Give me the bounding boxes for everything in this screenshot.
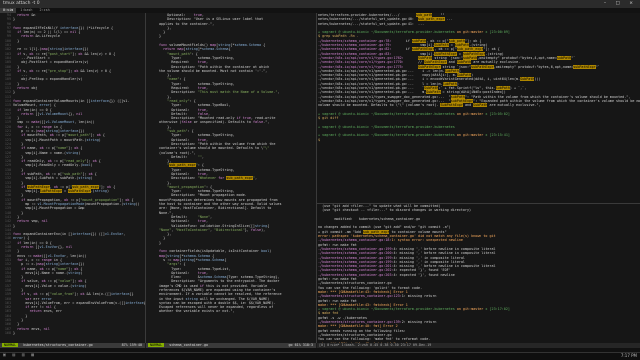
line-text: whether the variable exists or not.", (159, 309, 235, 314)
line-text: vmp[i].SubPath = subPath.(string) (13, 176, 93, 181)
line-text: } (13, 90, 16, 95)
window-controls[interactable]: – □ × (604, 0, 637, 8)
line-text: if v, ok := re["pre_stop"]; ok && len(v)… (17, 68, 112, 73)
line-text: func expandContainerEnv(in []interface{}… (13, 232, 126, 237)
line-text: vmp[i].MountPath = mountPath.(string) (13, 137, 101, 142)
code-line[interactable]: whether the variable exists or not.", (147, 309, 316, 313)
taskbar: ▣ ▤ ▥ ▦ 7:17 PM (0, 352, 640, 360)
line-text: are: [None, HostToContainer, Bidirection… (159, 206, 272, 211)
status-filename: schema_container.go (169, 343, 209, 347)
vim-mode-indicator: NORMAL (148, 343, 165, 347)
line-text: } (13, 330, 16, 335)
line-text: return []v1.VolumeMount{}, nil (21, 111, 83, 116)
taskbar-app-icons[interactable]: ▣ ▤ ▥ ▦ (3, 353, 36, 358)
editor-pane-left[interactable]: 94 return &n 95} 96 97 func expandIfFeIsNil(… (0, 13, 145, 343)
line-text: return &n.Lifecycle (21, 34, 60, 39)
line-text: return envs, nil (17, 326, 50, 331)
line-text: } (13, 38, 20, 43)
terminal-pane-top[interactable]: netes/terraform-provider-kubernetes/.../… (317, 13, 640, 203)
line-text: "None", "HostToContainer", "Bidirectiona… (159, 227, 266, 232)
line-text: envs[i].Name = name.(string) (13, 270, 83, 275)
line-text: otherwise (false or unspecified). Defaul… (159, 120, 270, 125)
line-text: return vmp, nil (17, 219, 48, 224)
line-text: return &n (17, 13, 36, 17)
terminal-line: $ (318, 137, 323, 142)
line-text: } (13, 223, 16, 228)
line-number: 168 (4, 330, 11, 335)
line-text: } (159, 240, 162, 245)
editor-pane-middle[interactable]: Optional: true, Description: "User is a … (146, 13, 316, 343)
line-text: obj.PostStart = expandHandlers(v) (13, 60, 89, 65)
line-text: vmp[i].ReadOnly = readOnly.(bool) (13, 163, 93, 168)
line-text: Description: "This must match the Name o… (159, 90, 280, 95)
code-line[interactable]: 168} (1, 331, 145, 335)
line-text: vmp[i].SubPathExpr = subPathExpr.(string… (13, 189, 109, 194)
terminal-pane-bottom[interactable]: (use "git add <file>..." to update what … (317, 204, 640, 343)
line-text: return obj (17, 86, 38, 91)
line-text: Description: "Whatever for sub_path_expr… (159, 176, 258, 181)
status-filename: kubernetes/structures_container.go (23, 343, 93, 347)
clock[interactable]: 7:17 PM (621, 353, 637, 358)
window-titlebar: tmux attach -t 0 – □ × (0, 0, 640, 8)
line-text: obj.PreStop = expandHandler(v) (13, 77, 83, 82)
line-text: return []v1.EnvVar{}, nil (21, 245, 73, 250)
line-text: vmp[i].MountPropagation = &mp (13, 206, 85, 211)
line-text: the volume should be mounted. Must not c… (159, 68, 268, 73)
line-text: } (13, 17, 16, 22)
window-title: tmux attach -t 0 (3, 1, 40, 6)
line-text: } (159, 34, 162, 39)
line-text: envs[i].Value = value.(string) (13, 283, 87, 288)
vim-mode-indicator: NORMAL (2, 343, 19, 347)
